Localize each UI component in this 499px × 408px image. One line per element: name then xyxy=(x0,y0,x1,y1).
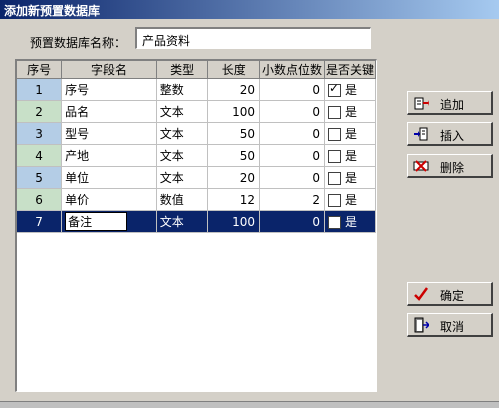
table-row[interactable]: 3 型号 文本 50 0 是 xyxy=(17,122,376,145)
field-name-cell[interactable]: 产地 xyxy=(61,144,157,167)
insert-icon xyxy=(414,127,428,141)
type-cell[interactable]: 文本 xyxy=(156,144,209,167)
title-bar: 添加新预置数据库 xyxy=(0,0,499,19)
field-name-cell[interactable]: 序号 xyxy=(61,78,157,101)
row-number: 4 xyxy=(17,144,63,167)
field-name-cell[interactable]: 单位 xyxy=(61,166,157,189)
key-label: 是 xyxy=(344,105,357,119)
append-button[interactable]: 追加 xyxy=(407,91,493,115)
append-label: 追加 xyxy=(440,98,465,112)
window-title: 添加新预置数据库 xyxy=(4,4,101,18)
cancel-button[interactable]: 取消 xyxy=(407,313,493,337)
cancel-label: 取消 xyxy=(440,320,465,334)
type-cell[interactable]: 文本 xyxy=(156,100,209,123)
type-cell[interactable]: 文本 xyxy=(156,166,209,189)
key-checkbox[interactable] xyxy=(327,81,341,97)
append-icon xyxy=(414,97,429,110)
exit-door-icon xyxy=(414,317,429,333)
key-cell[interactable]: 是 xyxy=(324,78,376,101)
ok-button[interactable]: 确定 xyxy=(407,282,493,306)
key-checkbox[interactable] xyxy=(327,216,341,229)
length-cell[interactable]: 100 xyxy=(207,210,261,233)
key-label: 是 xyxy=(344,127,357,141)
length-cell[interactable]: 20 xyxy=(207,78,261,101)
key-cell[interactable]: 是 xyxy=(324,166,376,189)
field-name-cell-editing[interactable]: 备注 xyxy=(61,210,157,233)
decimal-cell[interactable]: 0 xyxy=(259,78,325,101)
key-cell[interactable]: 是 xyxy=(324,188,376,211)
checkmark-icon xyxy=(414,287,429,301)
decimal-cell[interactable]: 0 xyxy=(259,100,325,123)
type-cell[interactable]: 文本 xyxy=(156,122,209,145)
key-label: 是 xyxy=(344,193,357,207)
key-checkbox[interactable] xyxy=(327,106,341,119)
length-cell[interactable]: 50 xyxy=(207,122,261,145)
table-row[interactable]: 5 单位 文本 20 0 是 xyxy=(17,166,376,189)
type-cell[interactable]: 文本 xyxy=(156,210,209,233)
row-number: 1 xyxy=(17,78,63,101)
table-row[interactable]: 4 产地 文本 50 0 是 xyxy=(17,144,376,167)
fields-grid[interactable]: 序号 字段名 类型 长度 小数点位数 是否关键 1 序号 整数 20 0 是 2… xyxy=(15,59,377,392)
field-name-editor[interactable]: 备注 xyxy=(65,212,128,231)
row-number: 6 xyxy=(17,188,63,211)
key-checkbox[interactable] xyxy=(327,172,341,185)
key-label: 是 xyxy=(344,171,357,185)
key-cell[interactable]: 是 xyxy=(324,122,376,145)
table-row-selected[interactable]: 7 备注 文本 100 0 是 xyxy=(17,210,376,233)
row-number: 3 xyxy=(17,122,63,145)
col-header-no[interactable]: 序号 xyxy=(17,61,63,79)
key-cell[interactable]: 是 xyxy=(324,100,376,123)
key-label: 是 xyxy=(344,149,357,163)
col-header-field[interactable]: 字段名 xyxy=(61,61,157,79)
delete-label: 删除 xyxy=(440,161,465,175)
table-row[interactable]: 6 单价 数值 12 2 是 xyxy=(17,188,376,211)
name-label: 预置数据库名称： xyxy=(30,36,127,50)
col-header-decimal[interactable]: 小数点位数 xyxy=(259,61,325,79)
key-cell[interactable]: 是 xyxy=(324,144,376,167)
grid-header: 序号 字段名 类型 长度 小数点位数 是否关键 xyxy=(17,61,376,79)
col-header-type[interactable]: 类型 xyxy=(156,61,209,79)
col-header-key[interactable]: 是否关键 xyxy=(324,61,376,79)
length-cell[interactable]: 100 xyxy=(207,100,261,123)
key-label: 是 xyxy=(344,215,357,229)
database-name-input[interactable]: 产品资料 xyxy=(135,27,371,49)
col-header-length[interactable]: 长度 xyxy=(207,61,261,79)
row-number: 7 xyxy=(17,210,63,233)
key-cell[interactable]: 是 xyxy=(324,210,376,233)
key-checkbox[interactable] xyxy=(327,194,341,207)
table-row[interactable]: 1 序号 整数 20 0 是 xyxy=(17,78,376,101)
type-cell[interactable]: 整数 xyxy=(156,78,209,101)
decimal-cell[interactable]: 0 xyxy=(259,122,325,145)
length-cell[interactable]: 20 xyxy=(207,166,261,189)
key-checkbox[interactable] xyxy=(327,128,341,141)
row-number: 2 xyxy=(17,100,63,123)
field-name-cell[interactable]: 型号 xyxy=(61,122,157,145)
delete-icon xyxy=(413,160,429,172)
field-name-cell[interactable]: 单价 xyxy=(61,188,157,211)
delete-button[interactable]: 删除 xyxy=(407,154,493,178)
decimal-cell[interactable]: 0 xyxy=(259,144,325,167)
key-checkbox[interactable] xyxy=(327,150,341,163)
row-number: 5 xyxy=(17,166,63,189)
length-cell[interactable]: 50 xyxy=(207,144,261,167)
insert-label: 插入 xyxy=(440,129,465,143)
table-row[interactable]: 2 品名 文本 100 0 是 xyxy=(17,100,376,123)
type-cell[interactable]: 数值 xyxy=(156,188,209,211)
decimal-cell[interactable]: 0 xyxy=(259,210,325,233)
field-name-cell[interactable]: 品名 xyxy=(61,100,157,123)
decimal-cell[interactable]: 2 xyxy=(259,188,325,211)
length-cell[interactable]: 12 xyxy=(207,188,261,211)
insert-button[interactable]: 插入 xyxy=(407,122,493,146)
ok-label: 确定 xyxy=(440,289,465,303)
key-label: 是 xyxy=(344,83,357,97)
decimal-cell[interactable]: 0 xyxy=(259,166,325,189)
